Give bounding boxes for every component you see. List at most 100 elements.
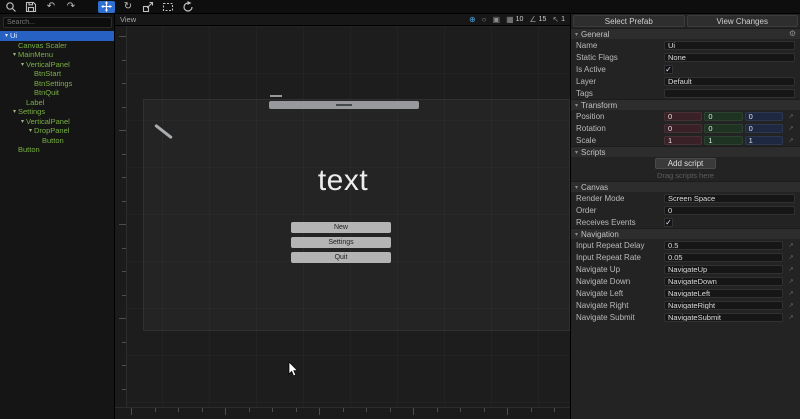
text-field[interactable]: 0.5	[664, 241, 783, 250]
expand-arrow-icon[interactable]: ▾	[27, 127, 34, 134]
edit-icon[interactable]: ↗	[787, 125, 795, 132]
text-field[interactable]: NavigateUp	[664, 265, 783, 274]
view-changes-button[interactable]: View Changes	[687, 15, 799, 27]
checkbox[interactable]: ✓	[664, 218, 673, 227]
tab-view[interactable]: View	[120, 15, 136, 24]
vector-field-z[interactable]: 1	[745, 136, 783, 145]
angle-snap-icon[interactable]: ∠	[529, 14, 536, 26]
tree-item-mainmenu[interactable]: ▾MainMenu	[0, 50, 114, 60]
move-tool-icon[interactable]	[98, 1, 115, 13]
text-field[interactable]: Ui	[664, 41, 795, 50]
section-header-scripts[interactable]: ▾Scripts	[571, 146, 800, 157]
dropdown-field[interactable]: Screen Space	[664, 194, 795, 203]
save-icon[interactable]	[24, 1, 38, 13]
grid-snap-value[interactable]: 10	[516, 16, 524, 23]
frame-icon[interactable]: ▣	[493, 14, 501, 26]
expand-arrow-icon[interactable]: ▾	[19, 118, 26, 125]
section-header-general[interactable]: ▾General⚙	[571, 28, 800, 39]
orbit-icon[interactable]: ○	[482, 14, 487, 26]
search-input[interactable]	[3, 17, 112, 28]
redo-icon[interactable]: ↷	[64, 1, 78, 13]
property-label: Static Flags	[576, 53, 660, 62]
text-field[interactable]	[664, 89, 795, 98]
section-title: Transform	[581, 101, 617, 110]
tree-item-btnquit[interactable]: BtnQuit	[0, 88, 114, 98]
scene-text-label[interactable]: text	[293, 164, 393, 198]
expand-arrow-icon[interactable]: ▾	[3, 32, 10, 39]
refresh-icon[interactable]	[181, 1, 195, 13]
edit-icon[interactable]: ↗	[787, 254, 795, 261]
vector-field-y[interactable]: 0	[704, 124, 742, 133]
text-field[interactable]: 0	[664, 206, 795, 215]
scene-button-settings[interactable]: Settings	[291, 237, 391, 248]
scale-tool-icon[interactable]	[141, 1, 155, 13]
ruler-tick	[249, 408, 250, 412]
edit-icon[interactable]: ↗	[787, 266, 795, 273]
angle-snap-value[interactable]: 15	[539, 16, 547, 23]
text-field[interactable]: NavigateRight	[664, 301, 783, 310]
text-field[interactable]: NavigateLeft	[664, 289, 783, 298]
tree-item-label: Canvas Scaler	[18, 41, 67, 50]
section-header-navigation[interactable]: ▾Navigation	[571, 228, 800, 239]
property-row: NameUi	[571, 39, 800, 51]
rotation-gizmo-handle[interactable]	[154, 124, 172, 139]
edit-icon[interactable]: ↗	[787, 278, 795, 285]
tree-item-button[interactable]: Button	[0, 145, 114, 155]
tree-item-btnstart[interactable]: BtnStart	[0, 69, 114, 79]
tree-item-canvas-scaler[interactable]: Canvas Scaler	[0, 41, 114, 51]
dropdown-field[interactable]: None	[664, 53, 795, 62]
ui-canvas-bounds[interactable]: text New Settings Quit	[143, 99, 570, 331]
expand-arrow-icon[interactable]: ▾	[19, 61, 26, 68]
edit-icon[interactable]: ↗	[787, 302, 795, 309]
vector-field-z[interactable]: 0	[745, 112, 783, 121]
section-header-transform[interactable]: ▾Transform	[571, 99, 800, 110]
vector-field-y[interactable]: 1	[704, 136, 742, 145]
tree-item-verticalpanel[interactable]: ▾VerticalPanel	[0, 117, 114, 127]
expand-arrow-icon[interactable]: ▾	[11, 51, 18, 58]
focus-icon[interactable]: ⊕	[469, 14, 476, 26]
vector-field-y[interactable]: 0	[704, 112, 742, 121]
tree-item-droppanel[interactable]: ▾DropPanel	[0, 126, 114, 136]
scene-dropdown-panel[interactable]	[269, 101, 419, 109]
gear-icon[interactable]: ⚙	[789, 29, 796, 39]
viewport-canvas-area[interactable]: text New Settings Quit	[115, 26, 570, 418]
edit-icon[interactable]: ↗	[787, 290, 795, 297]
vector-field-x[interactable]: 1	[664, 136, 702, 145]
vector-field-z[interactable]: 0	[745, 124, 783, 133]
rect-select-icon[interactable]	[161, 1, 175, 13]
undo-icon[interactable]: ↶	[44, 1, 58, 13]
ruler-tick	[122, 201, 126, 202]
ruler-tick	[296, 408, 297, 412]
vector-field-x[interactable]: 0	[664, 112, 702, 121]
section-header-canvas[interactable]: ▾Canvas	[571, 181, 800, 192]
tree-item-label[interactable]: Label	[0, 98, 114, 108]
edit-icon[interactable]: ↗	[787, 314, 795, 321]
scene-button-quit[interactable]: Quit	[291, 252, 391, 263]
property-label: Navigate Down	[576, 277, 660, 286]
vector3-fields: 000	[664, 124, 783, 133]
text-field[interactable]: 0.05	[664, 253, 783, 262]
tree-item-ui[interactable]: ▾Ui	[0, 31, 114, 41]
rotate-tool-icon[interactable]: ↻	[121, 1, 135, 13]
cursor-snap-icon[interactable]: ↖	[552, 14, 559, 26]
vector-field-x[interactable]: 0	[664, 124, 702, 133]
select-prefab-button[interactable]: Select Prefab	[573, 15, 685, 27]
grid-snap-icon[interactable]: ▦	[506, 14, 514, 26]
tree-item-verticalpanel[interactable]: ▾VerticalPanel	[0, 60, 114, 70]
search-icon[interactable]	[4, 1, 18, 13]
dropdown-field[interactable]: Default	[664, 77, 795, 86]
scene-button-new[interactable]: New	[291, 222, 391, 233]
add-script-button[interactable]: Add script	[655, 158, 717, 169]
tree-item-button[interactable]: Button	[0, 136, 114, 146]
edit-icon[interactable]: ↗	[787, 137, 795, 144]
edit-icon[interactable]: ↗	[787, 242, 795, 249]
tree-item-settings[interactable]: ▾Settings	[0, 107, 114, 117]
expand-arrow-icon[interactable]: ▾	[11, 108, 18, 115]
text-field[interactable]: NavigateSubmit	[664, 313, 783, 322]
edit-icon[interactable]: ↗	[787, 113, 795, 120]
text-field[interactable]: NavigateDown	[664, 277, 783, 286]
tree-item-btnsettings[interactable]: BtnSettings	[0, 79, 114, 89]
scale-snap-value[interactable]: 1	[561, 16, 565, 23]
checkbox[interactable]: ✓	[664, 65, 673, 74]
tree-item-label: Label	[26, 98, 44, 107]
